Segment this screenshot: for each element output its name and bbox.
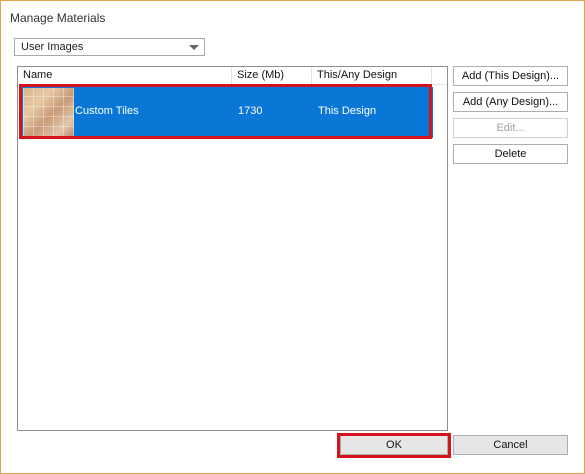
delete-button[interactable]: Delete xyxy=(453,144,568,164)
column-header-scope[interactable]: This/Any Design xyxy=(312,67,432,84)
cancel-button[interactable]: Cancel xyxy=(453,435,568,455)
chevron-down-icon xyxy=(189,45,199,50)
add-this-design-button[interactable]: Add (This Design)... xyxy=(453,66,568,86)
ok-highlight-box xyxy=(337,433,451,458)
dialog-title: Manage Materials xyxy=(10,11,106,25)
dropdown-value: User Images xyxy=(21,41,84,53)
add-any-design-button[interactable]: Add (Any Design)... xyxy=(453,92,568,112)
row-highlight-box xyxy=(19,84,432,139)
material-type-dropdown[interactable]: User Images xyxy=(14,38,205,56)
list-header: Name Size (Mb) This/Any Design xyxy=(18,67,447,85)
edit-button[interactable]: Edit... xyxy=(453,118,568,138)
column-header-name[interactable]: Name xyxy=(18,67,232,84)
column-header-size[interactable]: Size (Mb) xyxy=(232,67,312,84)
